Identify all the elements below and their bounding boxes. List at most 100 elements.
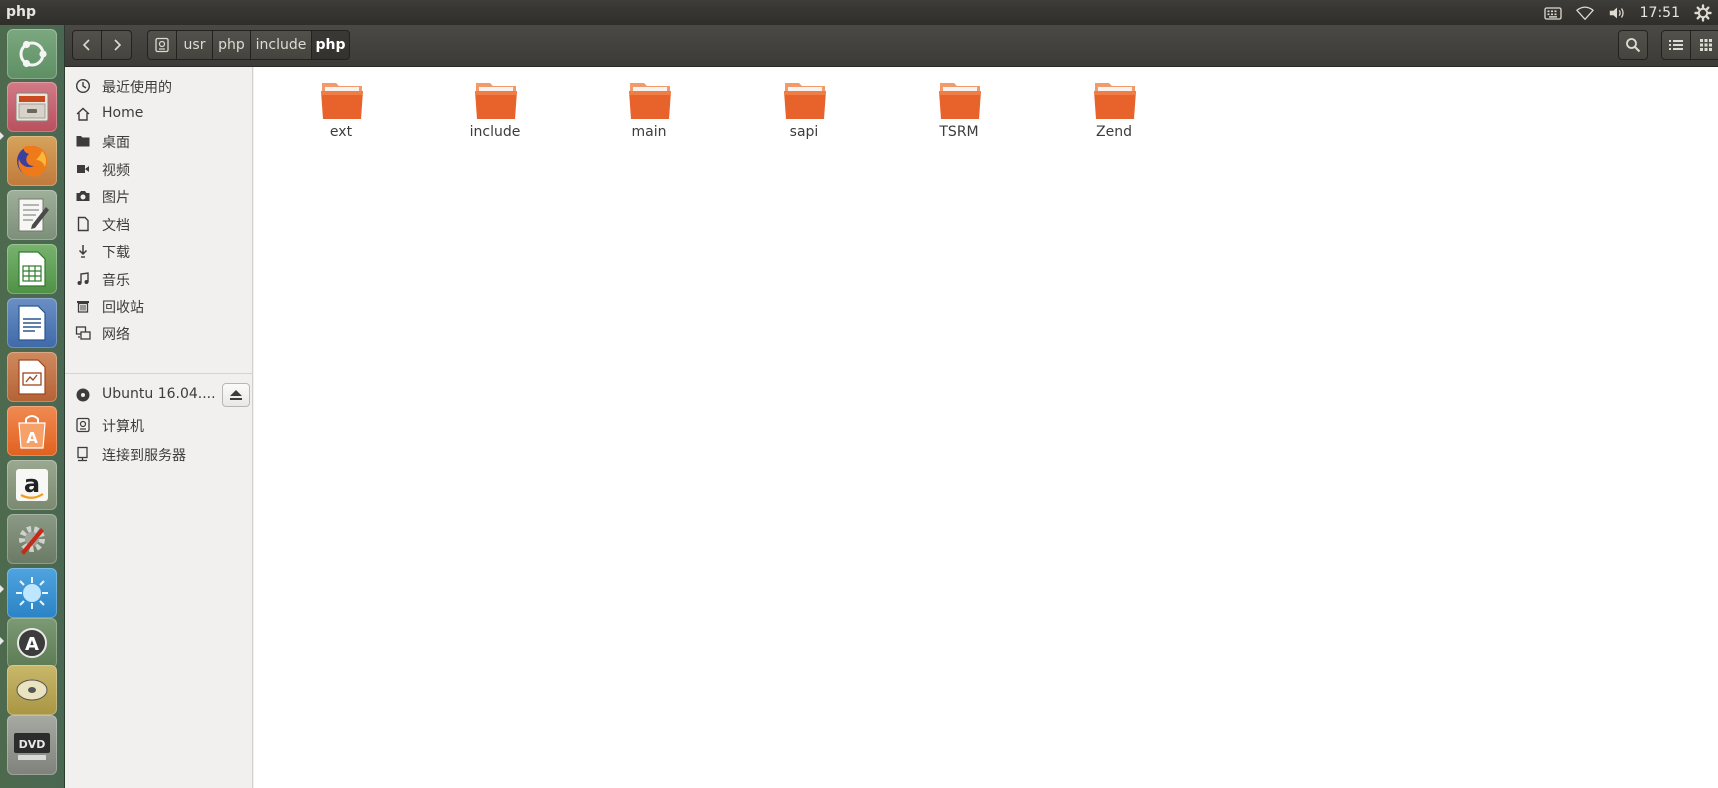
sidebar-item-label: 视频 [102, 163, 130, 179]
list-view-button[interactable] [1661, 30, 1691, 60]
running-indicator [0, 585, 4, 593]
folder-item-main[interactable]: main [594, 79, 704, 149]
eject-icon [230, 390, 242, 400]
desktop-icon [76, 136, 90, 147]
document-icon [77, 216, 89, 232]
svg-text:a: a [24, 470, 40, 498]
list-view-icon [1669, 40, 1683, 50]
sidebar-item-documents[interactable]: 文档 [65, 210, 253, 238]
sidebar-item-music[interactable]: 音乐 [65, 265, 253, 293]
drive-icon [155, 37, 169, 53]
folder-icon [784, 83, 826, 119]
keyboard-icon[interactable] [1543, 5, 1562, 21]
impress-icon[interactable] [7, 352, 57, 402]
indicator-area: 17:51 [1543, 0, 1712, 25]
breadcrumb-usr[interactable]: usr [177, 30, 213, 60]
camera-icon [76, 191, 90, 201]
sidebar-item-recent[interactable]: 最近使用的 [65, 72, 253, 100]
folder-item-include[interactable]: include [440, 79, 550, 149]
svg-text:A: A [26, 429, 38, 447]
amazon-icon[interactable]: a [7, 460, 57, 510]
folder-icon [321, 83, 363, 119]
sidebar-item-label: 最近使用的 [102, 80, 172, 96]
sidebar-item-label: 图片 [102, 190, 130, 206]
folder-item-sapi[interactable]: sapi [749, 79, 859, 149]
sidebar-item-label: 文档 [102, 218, 130, 234]
sidebar-item-label: Ubuntu 16.04.... [102, 386, 216, 402]
sidebar-item-desktop[interactable]: 桌面 [65, 127, 253, 155]
search-icon [1626, 38, 1641, 53]
trash-icon [77, 301, 89, 313]
folder-label: TSRM [939, 124, 979, 140]
sidebar-divider [65, 373, 253, 374]
ubuntu-dash-icon[interactable] [7, 29, 57, 79]
sidebar: 最近使用的 Home 桌面 视频 图片 文档 下载 音乐 回收站 网络 Ubun… [65, 67, 253, 788]
download-icon [78, 245, 88, 258]
folder-icon [629, 83, 671, 119]
network-icon [75, 326, 91, 340]
folder-label: sapi [789, 124, 819, 140]
system-settings-icon[interactable] [7, 514, 57, 564]
software-updater-icon[interactable]: A [7, 618, 57, 668]
sidebar-item-connect-server[interactable]: 连接到服务器 [65, 440, 253, 468]
breadcrumb-php-current[interactable]: php [312, 30, 350, 60]
sidebar-item-pictures[interactable]: 图片 [65, 182, 253, 210]
dvd-icon[interactable]: DVD [7, 715, 57, 775]
back-button[interactable] [72, 30, 102, 60]
file-view[interactable]: ext include main sapi TSRM Zend [254, 67, 1718, 788]
folder-icon [1094, 83, 1136, 119]
software-center-icon[interactable]: A [7, 406, 57, 456]
eject-button[interactable] [222, 383, 250, 407]
sidebar-item-downloads[interactable]: 下载 [65, 237, 253, 265]
sidebar-item-label: 音乐 [102, 273, 130, 289]
sidebar-item-label: 网络 [102, 327, 130, 343]
breadcrumb-php[interactable]: php [213, 30, 251, 60]
breadcrumb-include[interactable]: include [251, 30, 312, 60]
folder-icon [939, 83, 981, 119]
headerbar: usr php include php [65, 25, 1718, 67]
volume-icon[interactable] [1608, 5, 1626, 21]
folder-label: ext [329, 124, 353, 140]
clock[interactable]: 17:51 [1640, 5, 1680, 21]
sidebar-item-label: 计算机 [102, 419, 144, 435]
calc-icon[interactable] [7, 244, 57, 294]
sidebar-item-home[interactable]: Home [65, 100, 253, 128]
sidebar-item-network[interactable]: 网络 [65, 319, 253, 347]
breadcrumb-root[interactable] [147, 30, 177, 60]
video-icon [77, 165, 89, 173]
screenshot-icon[interactable] [7, 568, 57, 618]
text-editor-icon[interactable] [7, 190, 57, 240]
chevron-left-icon [82, 39, 90, 51]
forward-button[interactable] [102, 30, 132, 60]
disc-icon [76, 388, 90, 402]
disc-burner-icon[interactable] [7, 665, 57, 715]
folder-label: Zend [1096, 124, 1132, 140]
sidebar-item-label: 桌面 [102, 135, 130, 151]
running-indicator [0, 637, 4, 645]
launcher: A a A DVD [0, 25, 65, 788]
clock-icon [75, 78, 91, 94]
music-icon [77, 272, 89, 285]
folder-item-ext[interactable]: ext [286, 79, 396, 149]
gear-icon[interactable] [1694, 3, 1712, 22]
sidebar-item-trash[interactable]: 回收站 [65, 292, 253, 320]
server-icon [77, 446, 88, 462]
folder-item-zend[interactable]: Zend [1059, 79, 1169, 149]
writer-icon[interactable] [7, 298, 57, 348]
search-button[interactable] [1618, 30, 1648, 60]
sidebar-item-ubuntu-disc[interactable]: Ubuntu 16.04.... [65, 381, 216, 409]
sidebar-item-label: Home [102, 105, 144, 121]
sidebar-item-label: 连接到服务器 [102, 448, 186, 464]
sidebar-item-videos[interactable]: 视频 [65, 155, 253, 183]
sidebar-item-label: 回收站 [102, 300, 144, 316]
top-panel: php 17:51 [0, 0, 1718, 25]
svg-text:DVD: DVD [19, 738, 46, 751]
folder-item-tsrm[interactable]: TSRM [904, 79, 1014, 149]
sidebar-item-computer[interactable]: 计算机 [65, 411, 253, 439]
grid-view-button[interactable] [1691, 30, 1718, 60]
chevron-right-icon [113, 39, 121, 51]
firefox-icon[interactable] [7, 136, 57, 186]
grid-view-icon [1699, 39, 1712, 51]
files-app-icon[interactable] [7, 82, 57, 132]
wifi-icon[interactable] [1575, 5, 1594, 21]
